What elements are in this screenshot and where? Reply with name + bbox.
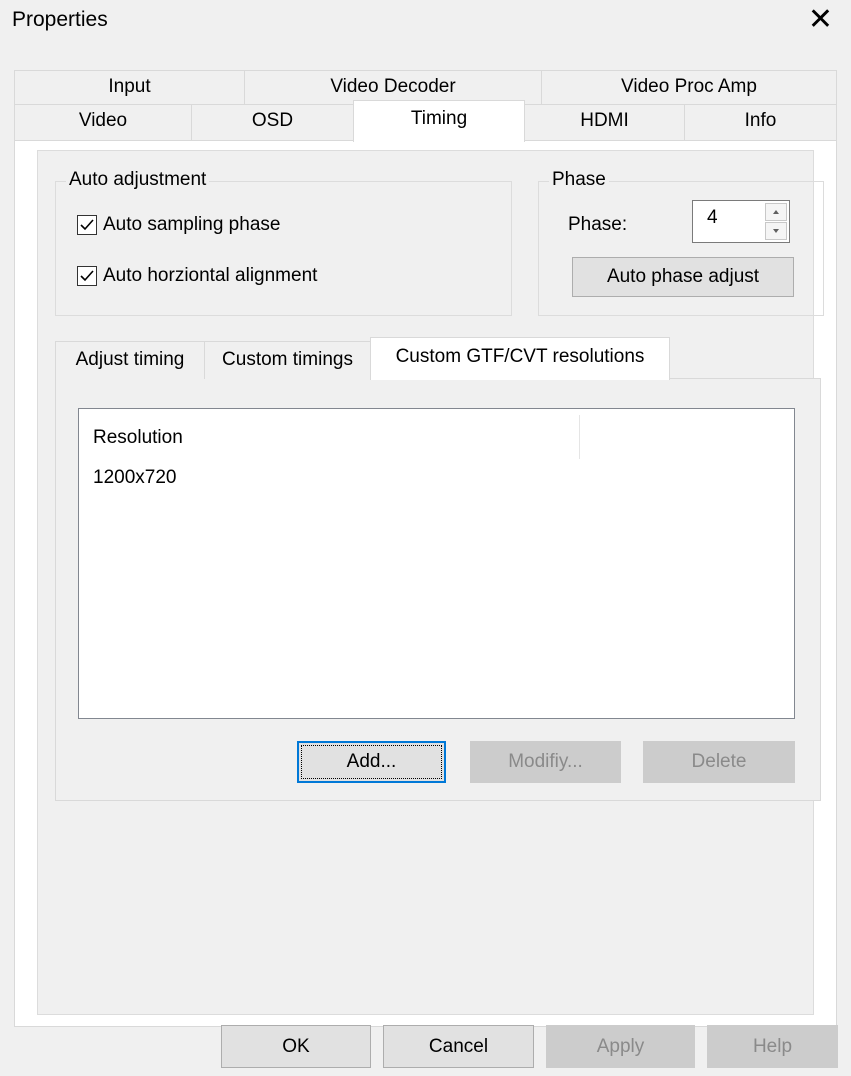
tab-input[interactable]: Input — [14, 70, 245, 104]
cancel-button[interactable]: Cancel — [383, 1025, 534, 1068]
phase-spinbox[interactable]: 4 — [692, 200, 790, 243]
ok-button[interactable]: OK — [221, 1025, 371, 1068]
subtab-custom-gtf-cvt-resolutions[interactable]: Custom GTF/CVT resolutions — [370, 337, 670, 380]
auto-adjustment-group — [55, 181, 512, 316]
add-button[interactable]: Add... — [297, 741, 446, 783]
tab-hdmi[interactable]: HDMI — [524, 104, 685, 141]
tab-video-decoder[interactable]: Video Decoder — [244, 70, 542, 104]
modify-button[interactable]: Modifiy... — [470, 741, 621, 783]
delete-button[interactable]: Delete — [643, 741, 795, 783]
auto-phase-adjust-button[interactable]: Auto phase adjust — [572, 257, 794, 297]
resolution-column-header[interactable]: Resolution — [93, 427, 183, 449]
auto-adjustment-title: Auto adjustment — [66, 169, 210, 191]
spin-up-icon[interactable] — [765, 203, 787, 221]
checkmark-icon — [80, 270, 94, 282]
window-title: Properties — [12, 8, 108, 31]
spin-up-icon — [773, 210, 779, 214]
auto-alignment-checkbox[interactable] — [77, 266, 97, 286]
resolution-list[interactable]: Resolution 1200x720 — [78, 408, 795, 719]
close-icon[interactable]: ✕ — [808, 5, 833, 35]
focus-ring — [301, 745, 442, 779]
auto-sampling-checkbox[interactable] — [77, 215, 97, 235]
spin-down-icon[interactable] — [765, 222, 787, 240]
apply-button[interactable]: Apply — [546, 1025, 695, 1068]
column-divider[interactable] — [579, 415, 580, 459]
checkmark-icon — [80, 219, 94, 231]
tab-info[interactable]: Info — [684, 104, 837, 141]
tab-video-proc-amp[interactable]: Video Proc Amp — [541, 70, 837, 104]
auto-alignment-label[interactable]: Auto horziontal alignment — [103, 265, 317, 287]
phase-title: Phase — [549, 169, 609, 191]
tab-video[interactable]: Video — [14, 104, 192, 141]
tab-timing[interactable]: Timing — [353, 100, 525, 142]
subtab-custom-timings[interactable]: Custom timings — [204, 341, 371, 379]
spin-down-icon — [773, 229, 779, 233]
help-button[interactable]: Help — [707, 1025, 838, 1068]
subtab-adjust-timing[interactable]: Adjust timing — [55, 341, 205, 379]
phase-label: Phase: — [568, 214, 628, 235]
list-item[interactable]: 1200x720 — [93, 467, 176, 489]
tab-osd[interactable]: OSD — [191, 104, 354, 141]
auto-sampling-label[interactable]: Auto sampling phase — [103, 214, 280, 236]
phase-value[interactable]: 4 — [707, 207, 718, 229]
